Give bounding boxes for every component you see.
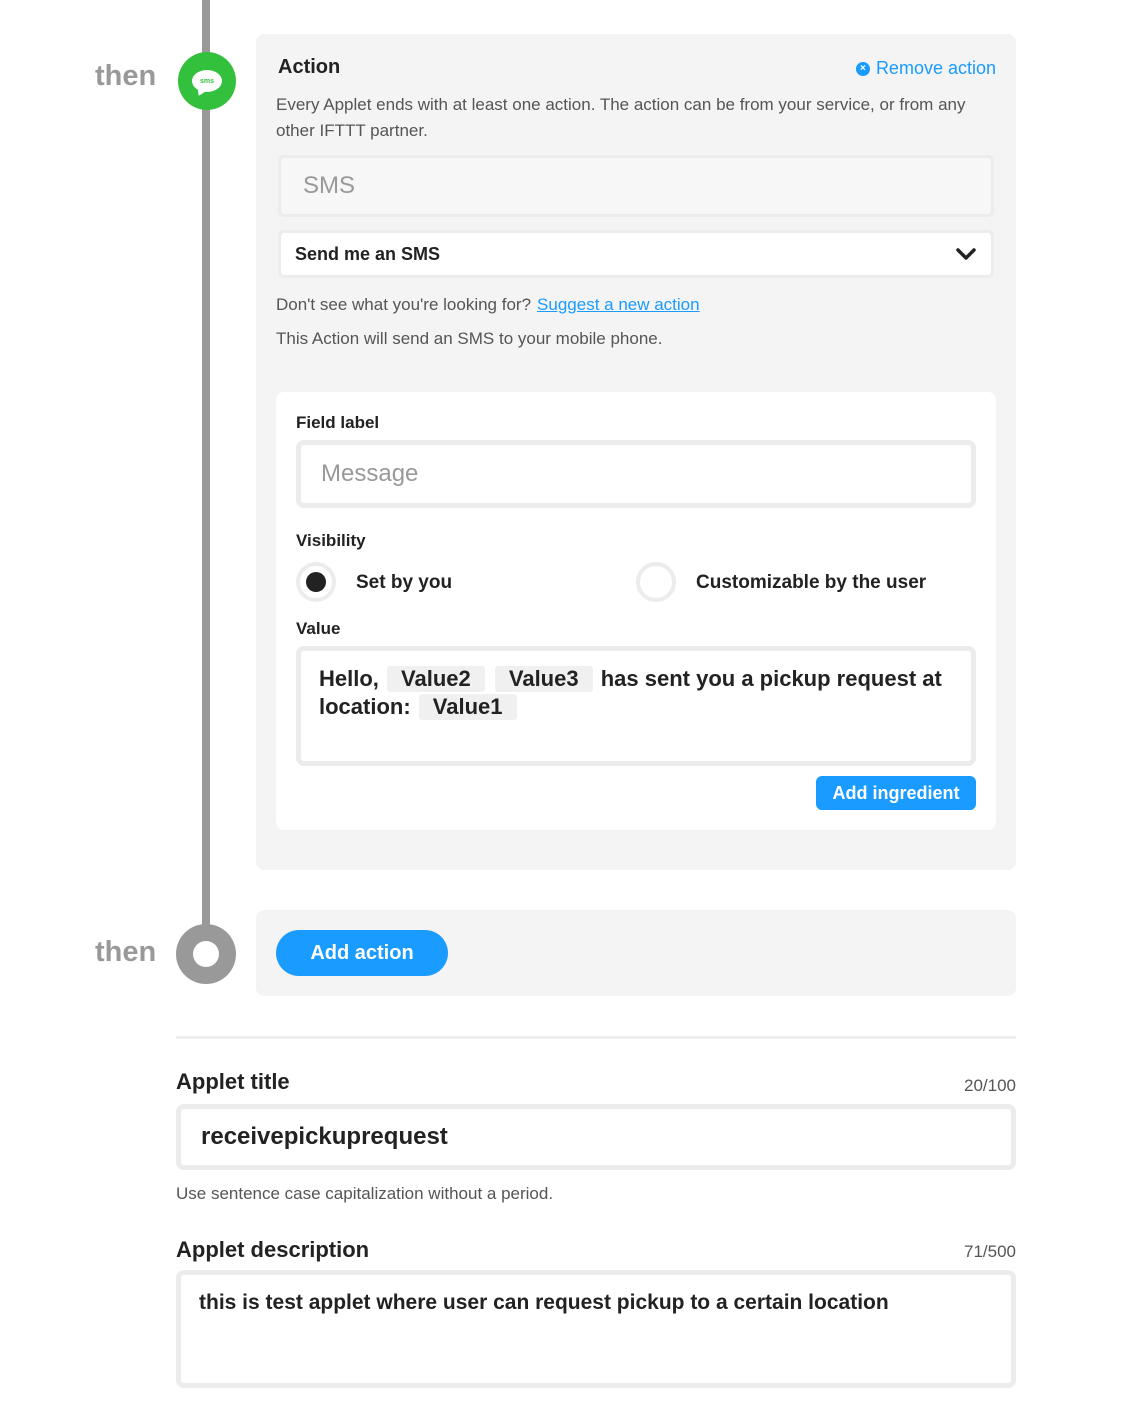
suggest-prompt: Don't see what you're looking for? — [276, 295, 532, 314]
timeline-line — [202, 0, 210, 930]
field-label-value: Message — [321, 460, 419, 487]
section-divider — [176, 1036, 1016, 1039]
action-select[interactable]: Send me an SMS — [278, 230, 994, 278]
field-label-heading: Field label — [296, 413, 380, 432]
value-heading: Value — [296, 619, 341, 638]
add-action-button[interactable]: Add action — [276, 930, 448, 976]
visibility-heading: Visibility — [296, 531, 366, 550]
then-label-2: then — [95, 936, 157, 968]
action-info-text: This Action will send an SMS to your mob… — [276, 329, 663, 348]
applet-description-value: this is test applet where user can reque… — [199, 1291, 889, 1314]
ingredient-pill[interactable]: Value2 — [387, 666, 485, 692]
applet-title-help: Use sentence case capitalization without… — [176, 1184, 554, 1203]
radio-selected-dot — [306, 572, 326, 592]
applet-title-input[interactable]: receivepickuprequest — [176, 1104, 1016, 1170]
suggest-action-link[interactable]: Suggest a new action — [537, 295, 700, 314]
remove-action-label: Remove action — [875, 58, 996, 78]
value-textarea[interactable]: Hello, Value2 Value3 has sent you a pick… — [296, 646, 976, 766]
sms-bubble-icon: sms — [192, 70, 222, 92]
applet-description-input[interactable]: this is test applet where user can reque… — [176, 1270, 1016, 1388]
service-value: SMS — [303, 172, 356, 199]
ingredient-pill[interactable]: Value1 — [418, 694, 517, 720]
action-description: Every Applet ends with at least one acti… — [276, 95, 966, 140]
action-select-value: Send me an SMS — [295, 243, 441, 264]
applet-description-counter: 71/500 — [964, 1242, 1016, 1261]
ingredient-pill[interactable]: Value3 — [494, 666, 593, 692]
applet-title-value: receivepickuprequest — [201, 1123, 448, 1150]
applet-title-counter: 20/100 — [964, 1076, 1016, 1095]
radio-set-by-you[interactable] — [296, 562, 336, 602]
suggest-line: Don't see what you're looking for? Sugges… — [276, 295, 700, 315]
applet-description-heading: Applet description — [176, 1237, 370, 1262]
sms-service-icon: sms — [178, 52, 236, 110]
close-circle-icon: × — [855, 61, 870, 76]
radio-label-customizable: Customizable by the user — [696, 572, 927, 593]
then-label: then — [95, 60, 157, 92]
empty-step-icon — [176, 924, 236, 984]
radio-customizable[interactable] — [636, 562, 676, 602]
chevron-down-icon — [956, 248, 976, 260]
service-field[interactable]: SMS — [278, 155, 994, 217]
remove-action-link[interactable]: × Remove action — [855, 58, 996, 79]
add-ingredient-button[interactable]: Add ingredient — [816, 776, 976, 810]
applet-title-heading: Applet title — [176, 1069, 290, 1094]
radio-label-set-by-you: Set by you — [356, 572, 453, 593]
field-label-input[interactable]: Message — [296, 440, 976, 508]
action-title: Action — [278, 56, 341, 78]
value-text-part: Hello, — [319, 666, 379, 691]
